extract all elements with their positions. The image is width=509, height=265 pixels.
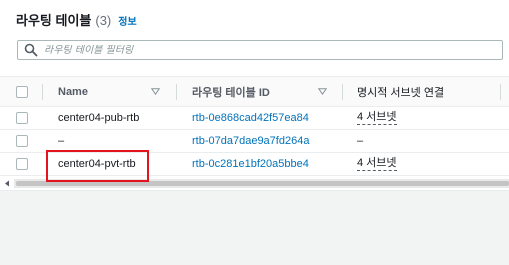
select-all-checkbox[interactable] <box>16 85 28 98</box>
info-link[interactable]: 정보 <box>118 13 136 28</box>
subnet-association-popover[interactable]: 4 서브넷 <box>357 157 397 171</box>
column-divider[interactable] <box>500 84 501 100</box>
row-checkbox[interactable] <box>16 158 28 170</box>
route-table-id-link[interactable]: rtb-07da7dae9a7fd264a <box>192 135 309 147</box>
sort-down-icon[interactable] <box>151 77 160 106</box>
page-title: 라우팅 테이블 <box>16 13 92 28</box>
column-divider[interactable] <box>342 84 343 100</box>
row-select-cell <box>16 107 30 129</box>
subnet-association-popover[interactable]: 4 서브넷 <box>357 111 397 125</box>
panel-header: 라우팅 테이블 (3) 정보 <box>16 10 137 30</box>
sort-down-icon[interactable] <box>318 77 327 106</box>
row-name: center04-pub-rtb <box>58 107 168 129</box>
row-select-cell <box>16 130 30 152</box>
row-id: rtb-0e868cad42f57ea84 <box>192 107 342 129</box>
route-table-id-link[interactable]: rtb-0e868cad42f57ea84 <box>192 112 309 124</box>
row-name: – <box>58 130 168 152</box>
scroll-left-icon[interactable] <box>4 180 10 187</box>
column-divider[interactable] <box>176 84 177 100</box>
column-header-subnets[interactable]: 명시적 서브넷 연결 <box>357 77 507 106</box>
row-subnets: 4 서브넷 <box>357 107 507 129</box>
highlight-annotation <box>46 150 149 182</box>
table-row[interactable]: center04-pub-rtb rtb-0e868cad42f57ea84 4… <box>0 107 509 130</box>
item-count: (3) <box>95 13 112 28</box>
row-subnets: 4 서브넷 <box>357 153 507 175</box>
route-table-id-link[interactable]: rtb-0c281e1bf20a5bbe4 <box>192 158 309 170</box>
row-select-cell <box>16 153 30 175</box>
column-divider[interactable] <box>42 84 43 100</box>
search-icon <box>24 43 38 57</box>
row-id: rtb-0c281e1bf20a5bbe4 <box>192 153 342 175</box>
row-name-text: – <box>58 135 65 147</box>
row-id: rtb-07da7dae9a7fd264a <box>192 130 342 152</box>
select-all-cell <box>16 77 30 106</box>
row-checkbox[interactable] <box>16 112 28 124</box>
table-header: Name 라우팅 테이블 ID 명시적 서브넷 연결 <box>0 76 509 107</box>
row-subnets: – <box>357 130 507 152</box>
search-input[interactable] <box>44 44 484 56</box>
row-checkbox[interactable] <box>16 135 28 147</box>
search-box[interactable] <box>17 40 503 60</box>
subnet-association-text: – <box>357 135 364 147</box>
row-name-text: center04-pub-rtb <box>58 112 140 124</box>
